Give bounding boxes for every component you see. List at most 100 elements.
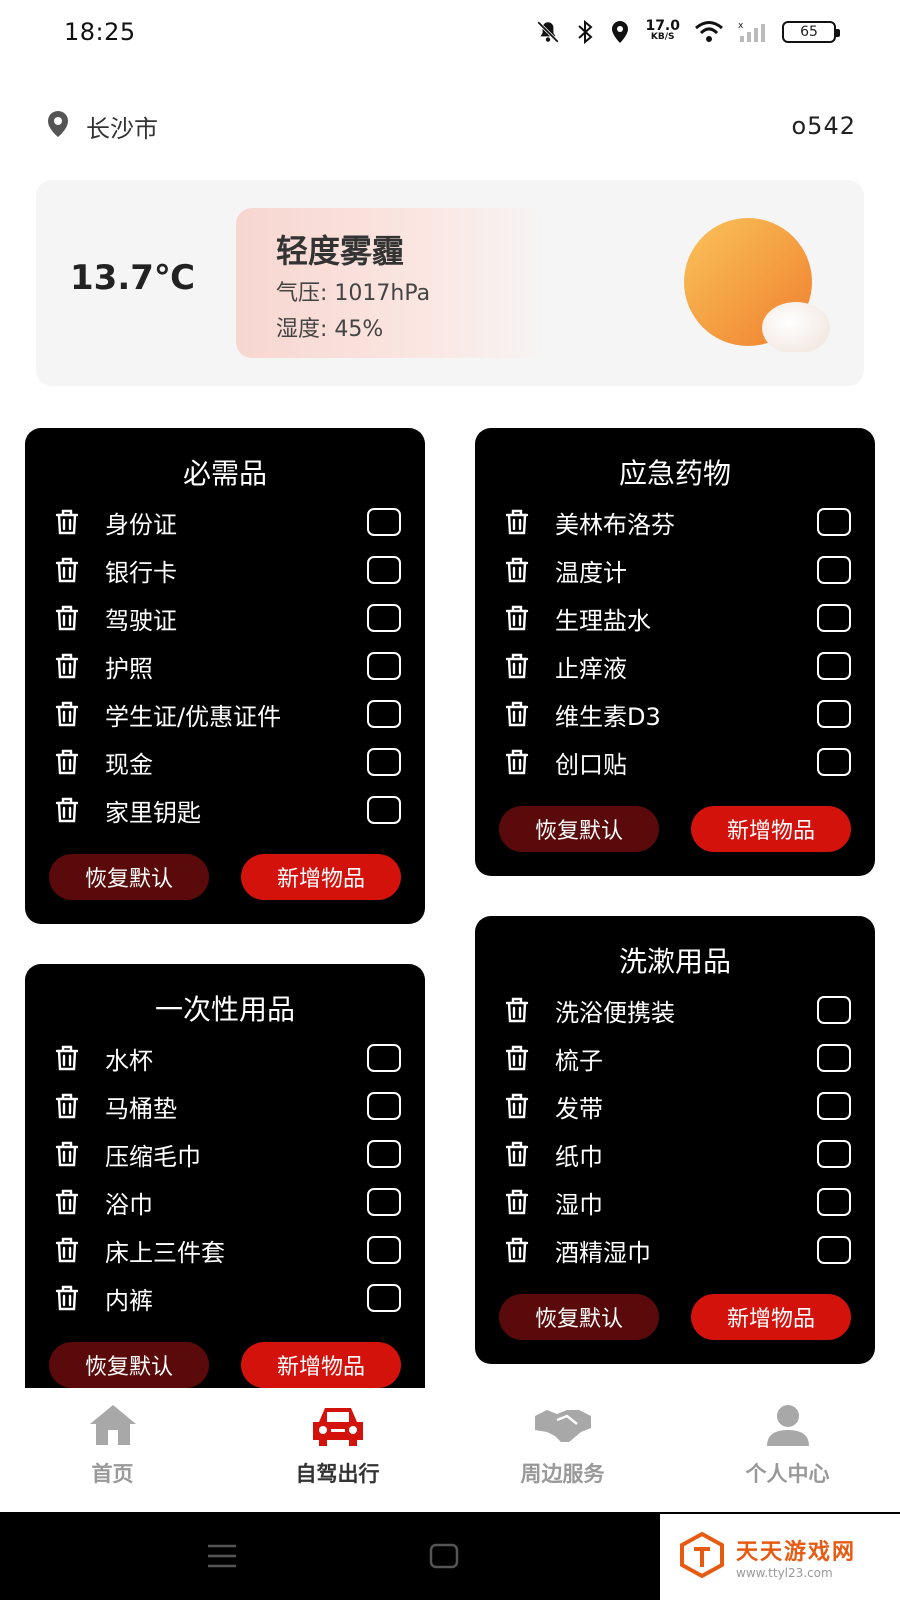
bluetooth-icon [575, 19, 595, 45]
item-label: 止痒液 [555, 654, 627, 683]
delete-item-icon[interactable] [49, 1088, 85, 1124]
add-item-button[interactable]: 新增物品 [691, 806, 851, 852]
delete-item-icon[interactable] [49, 1184, 85, 1220]
item-checkbox[interactable] [817, 996, 851, 1024]
list-item: 洗浴便携装 [475, 986, 875, 1034]
delete-item-icon[interactable] [49, 1232, 85, 1268]
reset-default-button[interactable]: 恢复默认 [499, 1294, 659, 1340]
menu-nav-icon[interactable] [206, 1542, 238, 1574]
list-item: 梳子 [475, 1034, 875, 1082]
delete-item-icon[interactable] [499, 1088, 535, 1124]
delete-item-icon[interactable] [49, 1040, 85, 1076]
list-item: 生理盐水 [475, 594, 875, 642]
card-title: 一次性用品 [154, 993, 295, 1026]
list-item: 纸巾 [475, 1130, 875, 1178]
item-label: 创口贴 [555, 750, 627, 779]
item-checkbox[interactable] [367, 508, 401, 536]
item-checkbox[interactable] [367, 1044, 401, 1072]
tab-label: 自驾出行 [295, 1462, 380, 1486]
delete-item-icon[interactable] [499, 504, 535, 540]
item-checkbox[interactable] [817, 700, 851, 728]
item-checkbox[interactable] [817, 1236, 851, 1264]
card-actions: 恢复默认 新增物品 [25, 854, 425, 900]
item-checkbox[interactable] [367, 748, 401, 776]
delete-item-icon[interactable] [49, 792, 85, 828]
delete-item-icon[interactable] [49, 600, 85, 636]
delete-item-icon[interactable] [49, 648, 85, 684]
item-checkbox[interactable] [817, 652, 851, 680]
item-label: 驾驶证 [105, 606, 177, 635]
item-label: 梳子 [555, 1046, 603, 1075]
item-checkbox[interactable] [817, 1140, 851, 1168]
item-label: 现金 [105, 750, 153, 779]
mute-icon [535, 19, 561, 45]
delete-item-icon[interactable] [499, 696, 535, 732]
delete-item-icon[interactable] [499, 552, 535, 588]
list-item: 温度计 [475, 546, 875, 594]
tab-home[interactable]: 首页 [13, 1402, 213, 1488]
delete-item-icon[interactable] [499, 1184, 535, 1220]
item-checkbox[interactable] [817, 508, 851, 536]
reset-default-button[interactable]: 恢复默认 [49, 854, 209, 900]
item-checkbox[interactable] [367, 1236, 401, 1264]
item-checkbox[interactable] [817, 748, 851, 776]
item-checkbox[interactable] [367, 604, 401, 632]
item-checkbox[interactable] [367, 652, 401, 680]
item-checkbox[interactable] [817, 556, 851, 584]
item-label: 身份证 [105, 510, 177, 539]
delete-item-icon[interactable] [49, 744, 85, 780]
item-checkbox[interactable] [367, 1092, 401, 1120]
home-nav-icon[interactable] [428, 1542, 460, 1574]
item-label: 水杯 [105, 1046, 153, 1075]
tab-label: 周边服务 [520, 1462, 605, 1486]
list-item: 浴巾 [25, 1178, 425, 1226]
delete-item-icon[interactable] [49, 552, 85, 588]
item-checkbox[interactable] [367, 1140, 401, 1168]
item-checkbox[interactable] [367, 700, 401, 728]
reset-default-button[interactable]: 恢复默认 [49, 1342, 209, 1388]
status-time: 18:25 [64, 18, 136, 46]
item-checkbox[interactable] [817, 1044, 851, 1072]
item-checkbox[interactable] [367, 1188, 401, 1216]
delete-item-icon[interactable] [499, 600, 535, 636]
delete-item-icon[interactable] [49, 1280, 85, 1316]
list-item: 床上三件套 [25, 1226, 425, 1274]
tab-profile[interactable]: 个人中心 [688, 1402, 888, 1488]
delete-item-icon[interactable] [499, 744, 535, 780]
item-checkbox[interactable] [817, 1188, 851, 1216]
delete-item-icon[interactable] [49, 1136, 85, 1172]
item-label: 湿巾 [555, 1190, 603, 1219]
tab-self-drive[interactable]: 自驾出行 [238, 1402, 438, 1488]
delete-item-icon[interactable] [499, 648, 535, 684]
add-item-button[interactable]: 新增物品 [241, 854, 401, 900]
item-checkbox[interactable] [367, 796, 401, 824]
add-item-button[interactable]: 新增物品 [241, 1342, 401, 1388]
delete-item-icon[interactable] [49, 504, 85, 540]
delete-item-icon[interactable] [49, 696, 85, 732]
item-label: 发带 [555, 1094, 603, 1123]
item-checkbox[interactable] [367, 556, 401, 584]
category-card-essentials: 必需品 身份证 银行卡 驾驶证 护照 学生证/优惠证件 现金 家里钥匙 恢复默认… [25, 428, 425, 924]
wifi-icon [694, 20, 724, 44]
list-item: 美林布洛芬 [475, 498, 875, 546]
category-card-toiletries: 洗漱用品 洗浴便携装 梳子 发带 纸巾 湿巾 酒精湿巾 恢复默认 新增物品 [475, 916, 875, 1364]
list-item: 酒精湿巾 [475, 1226, 875, 1274]
watermark-title: 天天游戏网 [736, 1540, 857, 1565]
delete-item-icon[interactable] [499, 992, 535, 1028]
reset-default-button[interactable]: 恢复默认 [499, 806, 659, 852]
location-selector[interactable]: 长沙市 [44, 109, 158, 144]
item-checkbox[interactable] [817, 604, 851, 632]
weather-humidity: 湿度: 45% [276, 317, 384, 342]
item-checkbox[interactable] [367, 1284, 401, 1312]
list-item: 护照 [25, 642, 425, 690]
tab-nearby-services[interactable]: 周边服务 [463, 1402, 663, 1488]
item-label: 维生素D3 [555, 702, 661, 731]
home-icon [86, 1402, 140, 1452]
delete-item-icon[interactable] [499, 1040, 535, 1076]
add-item-button[interactable]: 新增物品 [691, 1294, 851, 1340]
card-actions: 恢复默认 新增物品 [475, 806, 875, 852]
item-checkbox[interactable] [817, 1092, 851, 1120]
delete-item-icon[interactable] [499, 1232, 535, 1268]
delete-item-icon[interactable] [499, 1136, 535, 1172]
list-item: 学生证/优惠证件 [25, 690, 425, 738]
